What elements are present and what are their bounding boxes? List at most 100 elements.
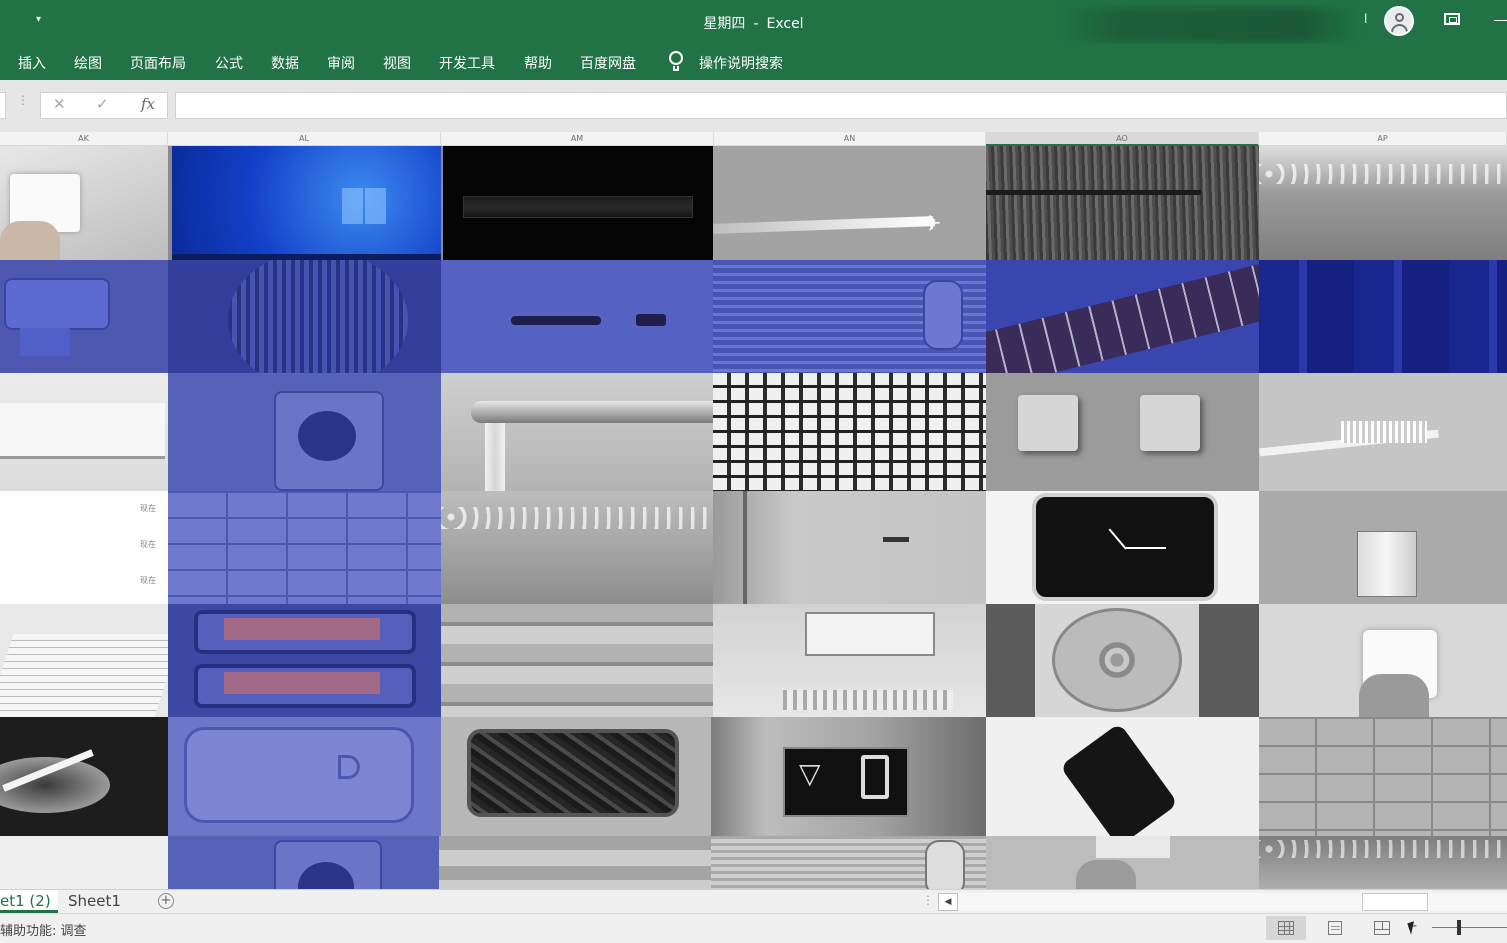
ribbon-tabs: 插入 绘图 页面布局 公式 数据 审阅 视图 开发工具 帮助 百度网盘 操作说明… (0, 44, 1507, 80)
zoom-slider-thumb[interactable] (1457, 920, 1461, 935)
screen-word: 现在 (140, 540, 156, 549)
column-header-ao[interactable]: AO (986, 132, 1259, 146)
grid-icon (1278, 921, 1294, 935)
blurred-region (1060, 8, 1360, 42)
tile-door[interactable] (713, 491, 986, 604)
ribbon-display-options-icon[interactable] (1444, 13, 1460, 25)
tile-scale[interactable] (168, 717, 441, 836)
tile-toaster[interactable] (168, 604, 441, 717)
document-name: 星期四 (703, 16, 746, 32)
page-break-view-button[interactable] (1362, 916, 1402, 940)
tile-shelf-2[interactable] (439, 836, 711, 891)
scroll-left-icon[interactable]: ◀ (938, 893, 958, 911)
tile-light-switches[interactable] (986, 373, 1259, 491)
tile-keyboard-keys[interactable] (713, 373, 986, 491)
add-sheet-icon[interactable]: + (158, 893, 174, 909)
tab-help[interactable]: 帮助 (524, 53, 552, 73)
account-avatar-icon[interactable] (1384, 6, 1414, 36)
tab-data[interactable]: 数据 (271, 53, 299, 73)
tab-split-handle[interactable]: ⋮ (922, 893, 934, 907)
tile-wall-socket[interactable] (168, 373, 441, 491)
user-name[interactable]: l (1364, 12, 1367, 26)
tile-window-blinds-2[interactable] (711, 836, 986, 891)
tile-airplane[interactable]: ✈ (713, 146, 986, 260)
formula-controls: ✕ ✓ fx (40, 92, 168, 119)
sheet-tab-active[interactable]: et1 (2) (0, 890, 58, 913)
tile-hand[interactable] (986, 836, 1259, 891)
tab-formulas[interactable]: 公式 (215, 53, 243, 73)
tile-water-splash-2[interactable] (441, 491, 713, 604)
normal-view-button[interactable] (1266, 916, 1306, 940)
tile-marker-pen[interactable] (441, 260, 713, 373)
more-options-icon[interactable]: ⋮ (17, 93, 29, 107)
tile-fan-grill[interactable] (168, 260, 441, 373)
accessibility-status[interactable]: 辅助功能: 调查 (0, 920, 87, 939)
tile-photo-printer[interactable] (0, 260, 168, 373)
column-header-ak[interactable]: AK (0, 132, 168, 146)
column-header-al[interactable]: AL (168, 132, 441, 146)
tell-me-search[interactable]: 操作说明搜索 (699, 53, 783, 73)
tile-guitar-fretboard[interactable] (986, 260, 1259, 373)
tile-wall-clock[interactable] (986, 491, 1259, 604)
tile-blank[interactable] (0, 836, 168, 891)
tile-toilet-paper-2[interactable] (1259, 604, 1507, 717)
minimize-icon[interactable] (1494, 20, 1507, 21)
tile-water-splash[interactable] (1259, 146, 1507, 260)
title-separator: - (753, 16, 759, 32)
tile-elevator-display[interactable]: ▽ (711, 717, 986, 836)
column-header-am[interactable]: AM (441, 132, 714, 146)
tile-blue-stripes[interactable] (1259, 260, 1507, 373)
image-grid: ✈ 现在 现在 现在 ▽ (0, 146, 1507, 891)
tile-ashtray[interactable] (0, 717, 168, 836)
enter-icon[interactable]: ✓ (96, 95, 109, 113)
formula-input[interactable] (175, 92, 1507, 119)
status-bar: 辅助功能: 调查 - (0, 913, 1507, 943)
tile-stone-floor[interactable] (1259, 717, 1507, 836)
tile-glass-of-water[interactable] (1259, 491, 1507, 604)
tile-text-screen[interactable]: 现在 现在 现在 (0, 491, 168, 604)
page-icon (1328, 921, 1342, 935)
lightbulb-icon[interactable] (668, 51, 684, 73)
tab-developer[interactable]: 开发工具 (439, 53, 495, 73)
page-break-icon (1374, 921, 1390, 935)
tab-draw[interactable]: 绘图 (74, 53, 102, 73)
tile-shelf[interactable] (441, 604, 713, 717)
column-headers: AK AL AM AN AO AP (0, 132, 1507, 146)
screen-word: 现在 (140, 576, 156, 585)
tile-pizza[interactable] (986, 604, 1259, 717)
tab-baidu-netdisk[interactable]: 百度网盘 (580, 53, 636, 73)
tile-stone-tiles[interactable] (168, 491, 441, 604)
title-bar: ▾ 星期四 - Excel l (0, 0, 1507, 44)
sheet-tab-sheet1[interactable]: Sheet1 (68, 890, 121, 913)
tab-page-layout[interactable]: 页面布局 (130, 53, 186, 73)
column-header-an[interactable]: AN (714, 132, 986, 146)
screen-word: 现在 (140, 504, 156, 513)
column-header-ap[interactable]: AP (1259, 132, 1507, 146)
tile-trash-bin[interactable] (441, 717, 711, 836)
app-name: Excel (766, 16, 804, 32)
tab-insert[interactable]: 插入 (18, 53, 46, 73)
tile-air-conditioner[interactable] (0, 373, 168, 491)
sheet-tab-bar: et1 (2) Sheet1 + ⋮ ◀ (0, 889, 1507, 913)
tile-wall-socket-2[interactable] (168, 836, 439, 891)
name-box[interactable] (0, 92, 6, 119)
tile-open-book[interactable] (0, 604, 168, 717)
tile-toilet-paper[interactable] (0, 146, 168, 260)
zoom-slider[interactable] (1432, 927, 1507, 928)
tile-windows-desktop[interactable] (172, 146, 441, 260)
tile-water-splash-3[interactable] (1259, 836, 1507, 891)
formula-bar: ⋮ ✕ ✓ fx (0, 80, 1507, 132)
cancel-icon[interactable]: ✕ (53, 95, 66, 113)
tile-dark-tube[interactable] (443, 146, 713, 260)
page-layout-view-button[interactable] (1315, 916, 1355, 940)
tile-refrigerator[interactable] (713, 604, 986, 717)
tile-toothbrush[interactable] (1259, 373, 1507, 491)
tile-phone-charging[interactable] (986, 717, 1259, 836)
tab-review[interactable]: 审阅 (327, 53, 355, 73)
tile-faucet[interactable] (441, 373, 713, 491)
tab-view[interactable]: 视图 (383, 53, 411, 73)
tile-hair-pin[interactable] (986, 146, 1259, 260)
tile-window-blinds[interactable] (713, 260, 986, 373)
insert-function-icon[interactable]: fx (141, 95, 155, 113)
horizontal-scroll-thumb[interactable] (1362, 893, 1428, 911)
